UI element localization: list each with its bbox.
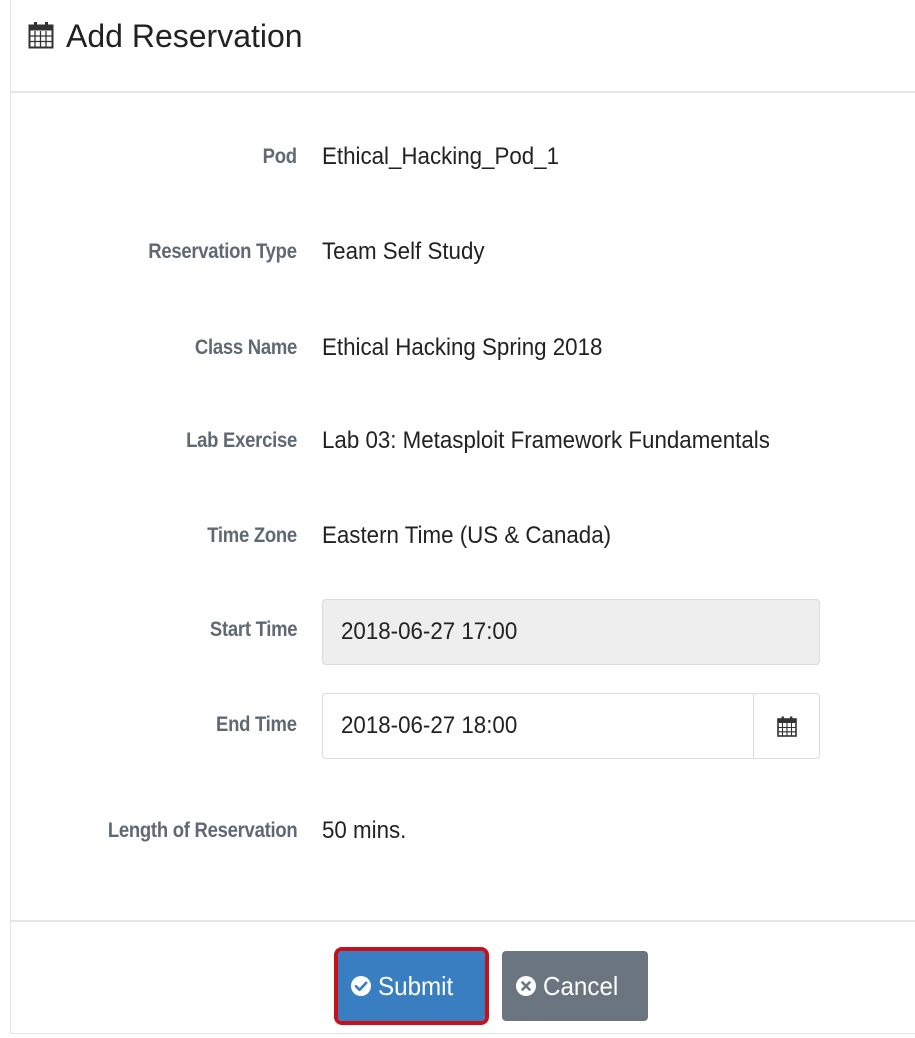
lab-exercise-value: Lab 03: Metasploit Framework Fundamental… [322, 427, 770, 454]
class-name-label: Class Name [194, 336, 297, 359]
time-zone-label: Time Zone [207, 524, 297, 547]
pod-value: Ethical_Hacking_Pod_1 [322, 143, 560, 170]
add-reservation-modal: Add Reservation Pod Ethical_Hacking_Pod_… [10, 0, 915, 1034]
time-zone-row: Time Zone Eastern Time (US & Canada) [11, 516, 915, 556]
lab-exercise-label: Lab Exercise [186, 429, 297, 452]
start-time-value: 2018-06-27 17:00 [341, 618, 518, 645]
reservation-type-value: Team Self Study [322, 238, 485, 265]
times-circle-icon [516, 976, 536, 996]
end-time-field[interactable]: 2018-06-27 18:00 [322, 693, 820, 759]
submit-label: Submit [378, 970, 454, 1001]
modal-title: Add Reservation [66, 18, 303, 54]
length-value: 50 mins. [322, 817, 407, 844]
reservation-type-label: Reservation Type [148, 240, 298, 263]
length-label: Length of Reservation [107, 819, 297, 842]
lab-exercise-row: Lab Exercise Lab 03: Metasploit Framewor… [11, 421, 915, 461]
reservation-type-row: Reservation Type Team Self Study [11, 232, 915, 272]
check-circle-icon [351, 976, 371, 996]
end-time-label: End Time [216, 713, 297, 736]
end-time-value[interactable]: 2018-06-27 18:00 [341, 694, 517, 758]
length-row: Length of Reservation 50 mins. [11, 811, 915, 851]
submit-button[interactable]: Submit [334, 947, 489, 1025]
class-name-row: Class Name Ethical Hacking Spring 2018 [11, 328, 915, 368]
cancel-button[interactable]: Cancel [502, 951, 648, 1021]
time-zone-value: Eastern Time (US & Canada) [322, 522, 612, 549]
modal-header: Add Reservation [11, 0, 915, 93]
end-time-picker-button[interactable] [753, 694, 819, 758]
calendar-icon [28, 22, 54, 49]
calendar-icon [776, 716, 797, 737]
pod-row: Pod Ethical_Hacking_Pod_1 [11, 137, 915, 177]
start-time-field: 2018-06-27 17:00 [322, 599, 820, 665]
cancel-label: Cancel [543, 970, 619, 1001]
pod-label: Pod [262, 145, 297, 168]
start-time-label: Start Time [209, 618, 298, 641]
class-name-value: Ethical Hacking Spring 2018 [322, 334, 603, 361]
modal-footer-divider [11, 920, 915, 922]
